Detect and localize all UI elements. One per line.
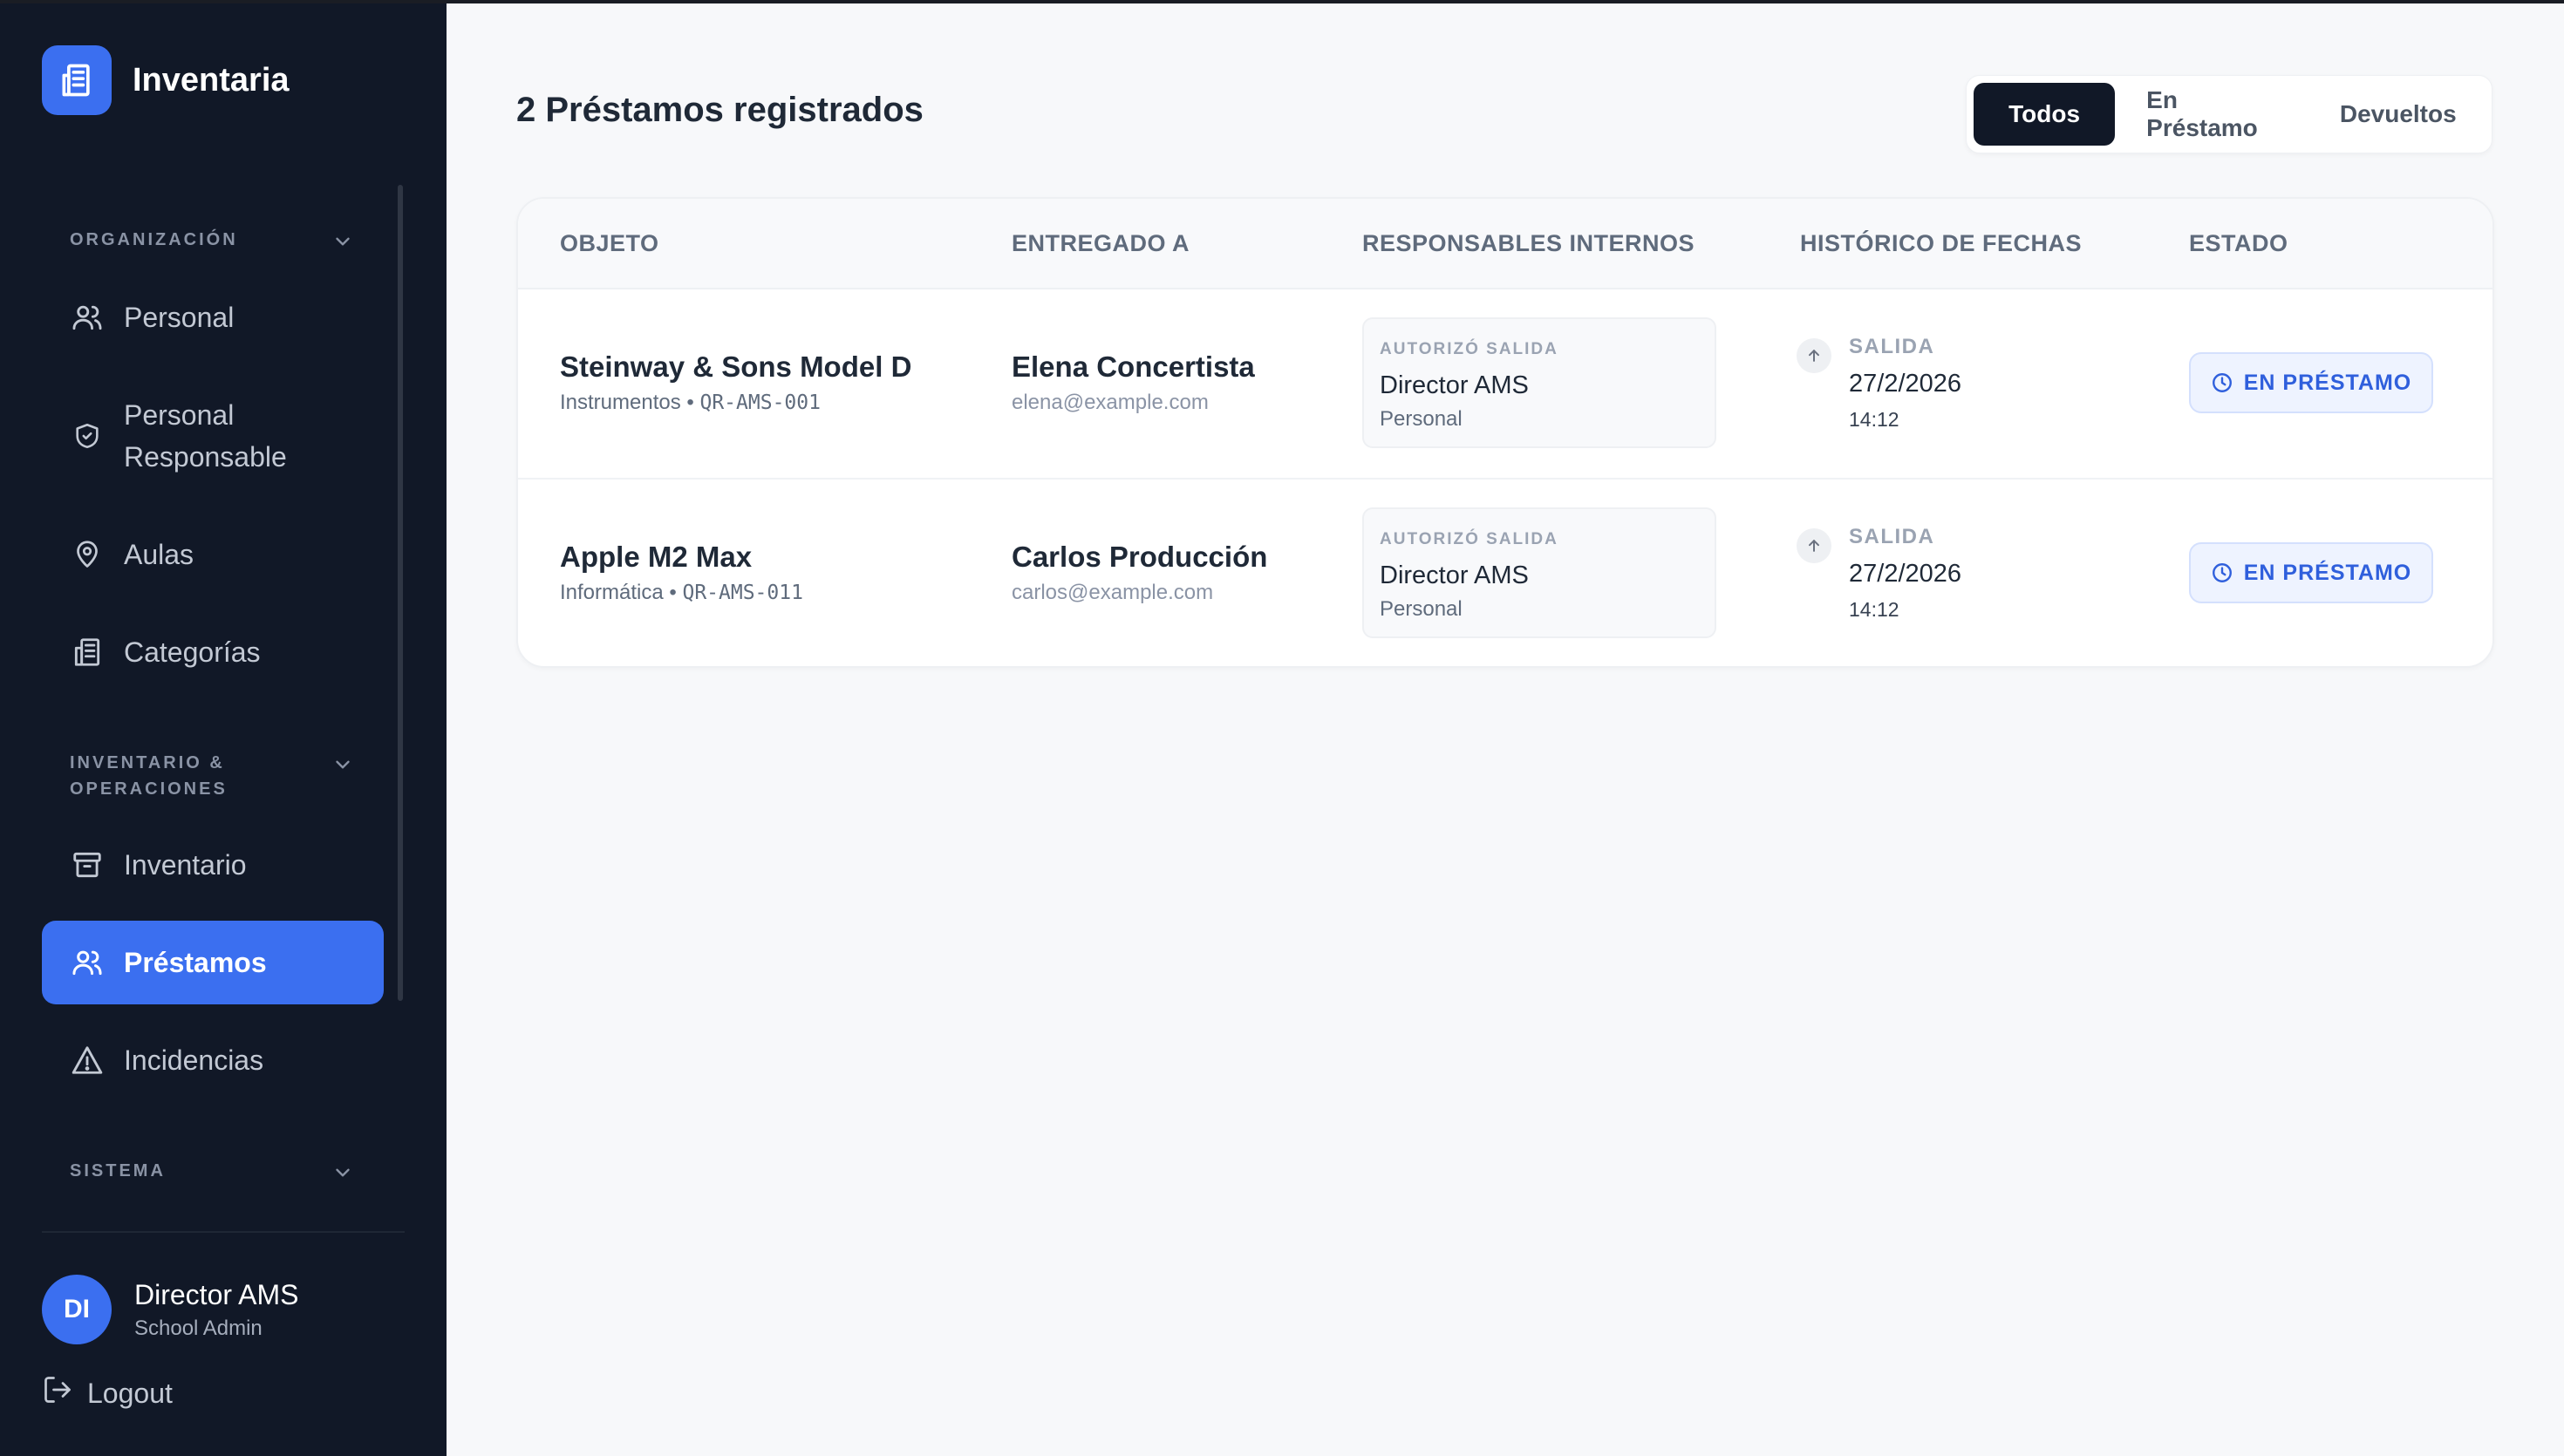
history-time: 14:12 [1849, 598, 1899, 621]
history-label: SALIDA [1849, 335, 1935, 358]
responsible-label: AUTORIZÓ SALIDA [1380, 530, 1558, 548]
separator: • [669, 581, 683, 604]
window-top-border [0, 0, 2564, 3]
filter-tabs: Todos En Préstamo Devueltos [1966, 75, 2492, 153]
history-label: SALIDA [1849, 525, 1935, 548]
sidebar-item-label: Personal [124, 301, 235, 333]
warning-icon [70, 1043, 105, 1078]
sidebar-item-label: Personal Responsable [124, 399, 287, 473]
object-name[interactable]: Apple M2 Max [560, 541, 752, 574]
history-date: 27/2/2026 [1849, 370, 1962, 398]
loans-table: OBJETO ENTREGADO A RESPONSABLES INTERNOS… [516, 197, 2494, 668]
sidebar-item-aulas[interactable]: Aulas [42, 528, 384, 581]
table-row[interactable]: Apple M2 Max Informática • QR-AMS-011 Ca… [518, 478, 2492, 666]
object-name[interactable]: Steinway & Sons Model D [560, 350, 911, 384]
sidebar-item-label: Aulas [124, 538, 194, 570]
users-icon [70, 300, 105, 335]
responsible-card: AUTORIZÓ SALIDA Director AMS Personal [1362, 507, 1716, 638]
recipient-email: carlos@example.com [1012, 581, 1214, 604]
separator: • [686, 391, 700, 414]
status-text: EN PRÉSTAMO [2243, 560, 2412, 585]
chevron-down-icon[interactable] [331, 230, 354, 253]
section-label-sistema: SISTEMA [70, 1161, 166, 1180]
sidebar-item-label: Préstamos [124, 946, 267, 978]
sidebar-item-incidencias[interactable]: Incidencias [42, 1034, 384, 1086]
filter-devueltos[interactable]: Devueltos [2312, 83, 2485, 146]
column-header-historico[interactable]: HISTÓRICO DE FECHAS [1800, 230, 2082, 257]
logout-icon [42, 1374, 73, 1412]
map-pin-icon [70, 537, 105, 572]
sidebar-item-prestamos[interactable]: Préstamos [42, 921, 384, 1004]
logout-label: Logout [87, 1377, 173, 1409]
status-badge: EN PRÉSTAMO [2189, 352, 2433, 413]
brand[interactable]: Inventaria [42, 45, 290, 115]
status-text: EN PRÉSTAMO [2243, 370, 2412, 395]
sidebar-item-label: Incidencias [124, 1044, 264, 1076]
recipient-email: elena@example.com [1012, 391, 1209, 414]
history-date: 27/2/2026 [1849, 560, 1962, 588]
arrow-up-icon [1797, 528, 1831, 563]
chevron-down-icon[interactable] [331, 753, 354, 776]
user-name: Director AMS [134, 1278, 299, 1310]
users-icon [70, 945, 105, 980]
sidebar-item-label: Categorías [124, 636, 261, 668]
sidebar-item-personal[interactable]: Personal [42, 291, 384, 344]
section-label-inventario-operaciones: INVENTARIO & OPERACIONES [70, 753, 228, 799]
table-header: OBJETO ENTREGADO A RESPONSABLES INTERNOS… [518, 199, 2492, 289]
object-meta: Informática • QR-AMS-011 [560, 581, 803, 605]
object-code: QR-AMS-011 [682, 582, 803, 604]
clock-icon [2212, 373, 2232, 392]
responsible-name: Director AMS [1380, 561, 1529, 589]
recipient-name: Elena Concertista [1012, 350, 1255, 383]
arrow-up-icon [1797, 338, 1831, 373]
recipient-name: Carlos Producción [1012, 541, 1268, 573]
shield-icon [70, 418, 105, 453]
sidebar-item-label: Inventario [124, 848, 247, 881]
building-icon [70, 635, 105, 670]
table-row[interactable]: Steinway & Sons Model D Instrumentos • Q… [518, 288, 2492, 478]
user-profile[interactable]: DI Director AMS School Admin [42, 1275, 298, 1344]
building-icon [42, 45, 112, 115]
sidebar-item-personal-responsable[interactable]: Personal Responsable [42, 391, 384, 481]
sidebar-item-inventario[interactable]: Inventario [42, 839, 384, 891]
object-meta: Instrumentos • QR-AMS-001 [560, 391, 821, 415]
sidebar-scrollbar[interactable] [398, 185, 403, 1001]
object-code: QR-AMS-001 [699, 391, 821, 414]
responsible-role: Personal [1380, 597, 1463, 621]
filter-todos[interactable]: Todos [1974, 83, 2116, 146]
avatar: DI [42, 1275, 112, 1344]
section-label-organizacion: ORGANIZACIÓN [70, 230, 238, 249]
logout-button[interactable]: Logout [42, 1374, 173, 1412]
sidebar-divider [42, 1231, 405, 1233]
column-header-responsables[interactable]: RESPONSABLES INTERNOS [1362, 230, 1695, 257]
user-role: School Admin [134, 1316, 263, 1340]
column-header-objeto[interactable]: OBJETO [560, 230, 659, 257]
responsible-card: AUTORIZÓ SALIDA Director AMS Personal [1362, 317, 1716, 448]
responsible-role: Personal [1380, 407, 1463, 431]
object-category: Informática [560, 581, 664, 604]
status-badge: EN PRÉSTAMO [2189, 542, 2433, 603]
column-header-entregado-a[interactable]: ENTREGADO A [1012, 230, 1190, 257]
history-time: 14:12 [1849, 408, 1899, 431]
object-category: Instrumentos [560, 391, 681, 414]
clock-icon [2212, 563, 2232, 582]
archive-icon [70, 847, 105, 882]
responsible-name: Director AMS [1380, 371, 1529, 399]
page-title: 2 Préstamos registrados [516, 91, 924, 129]
sidebar-item-categorias[interactable]: Categorías [42, 626, 384, 678]
column-header-estado[interactable]: ESTADO [2189, 230, 2288, 257]
responsible-label: AUTORIZÓ SALIDA [1380, 340, 1558, 358]
sidebar: Inventaria ORGANIZACIÓN Personal Persona… [0, 0, 447, 1456]
chevron-down-icon[interactable] [331, 1161, 354, 1184]
brand-name: Inventaria [133, 61, 290, 99]
filter-en-prestamo[interactable]: En Préstamo [2118, 83, 2311, 146]
